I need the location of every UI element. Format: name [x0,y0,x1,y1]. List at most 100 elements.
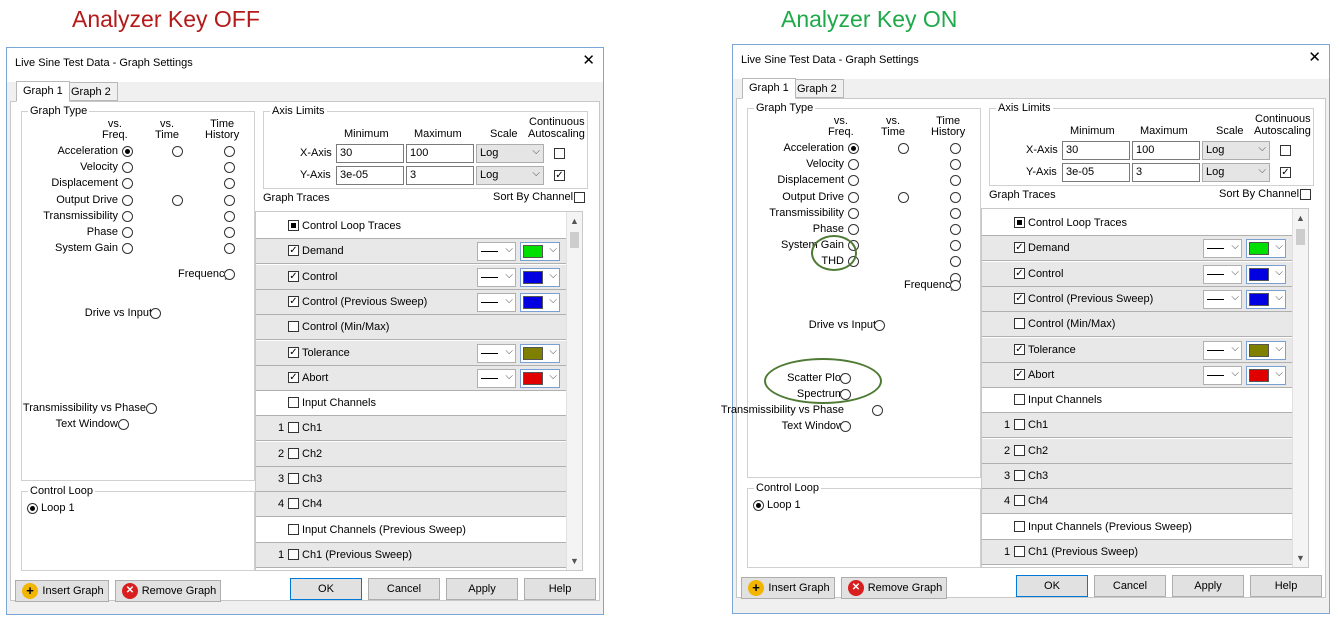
trace-checkbox[interactable] [1014,394,1025,406]
graph-type-time-radio[interactable] [172,146,183,157]
trace-row[interactable]: 1 Ch1 [982,413,1292,439]
trace-row[interactable]: 4 Ch4 [256,492,566,518]
apply-button[interactable]: Apply [1172,575,1244,597]
trace-checkbox[interactable]: ✓ [288,270,299,282]
graph-type-history-radio[interactable] [950,224,961,235]
graph-type-history-radio[interactable] [224,162,235,174]
remove-graph-button[interactable]: ✕ Remove Graph [841,577,947,599]
trace-checkbox[interactable] [288,321,299,333]
ok-button[interactable]: OK [1016,575,1088,597]
y-axis-min-input[interactable]: 3e-05 [336,166,404,185]
graph-type-freq-radio[interactable] [848,175,859,187]
trace-checkbox[interactable] [1014,545,1025,557]
trace-checkbox[interactable] [1014,217,1025,228]
graph-type-history-radio[interactable] [224,178,235,190]
trace-row[interactable]: 3 Ch3 [256,467,566,492]
graph-type-freq-radio[interactable] [122,178,133,190]
trace-row[interactable]: 4 Ch4 [982,489,1292,515]
trace-color-select[interactable]: ⌵ [520,242,560,262]
trace-checkbox[interactable]: ✓ [1014,368,1025,380]
trace-row[interactable]: ✓ Abort ⌵ ⌵ [982,362,1292,388]
trace-color-select[interactable]: ⌵ [1246,289,1286,309]
graph-type-history-radio[interactable] [224,227,235,238]
trace-checkbox[interactable] [288,422,299,434]
frequency-radio[interactable] [950,279,961,291]
y-axis-max-input[interactable]: 3 [406,166,474,185]
transmissibility-vs-phase-radio[interactable] [146,403,157,414]
line-style-select[interactable]: ⌵ [1203,264,1242,284]
help-button[interactable]: Help [1250,575,1322,597]
graph-type-freq-radio[interactable] [122,194,133,206]
trace-row[interactable]: ✓ Tolerance ⌵ ⌵ [256,340,566,366]
graph-type-time-radio[interactable] [172,194,183,206]
trace-checkbox[interactable] [1014,520,1025,532]
x-axis-scale-select[interactable]: Log ⌵ [476,144,544,163]
trace-row[interactable]: ✓ Control ⌵ ⌵ [256,264,566,290]
close-icon[interactable]: ✕ [582,52,595,70]
graph-type-history-radio[interactable] [950,159,961,171]
trace-color-select[interactable]: ⌵ [1246,239,1286,259]
drive-vs-input-radio[interactable] [150,308,161,319]
trace-checkbox[interactable]: ✓ [288,245,299,257]
trace-row[interactable]: ✓ Control (Previous Sweep) ⌵ ⌵ [256,289,566,315]
x-axis-autoscale-checkbox[interactable] [554,148,565,159]
trace-checkbox[interactable] [1014,318,1025,330]
graph-type-freq-radio[interactable] [122,210,133,222]
trace-row[interactable]: Control (Min/Max) [256,315,566,341]
trace-row[interactable]: ✓ Tolerance ⌵ ⌵ [982,337,1292,363]
graph-type-freq-radio[interactable] [122,162,133,174]
text-window-radio[interactable] [118,419,129,430]
trace-row[interactable]: Input Channels (Previous Sweep) [982,514,1292,540]
trace-row[interactable]: ✓ Abort ⌵ ⌵ [256,365,566,391]
graph-type-time-radio[interactable] [898,143,909,154]
graph-type-history-radio[interactable] [950,207,961,219]
x-axis-autoscale-checkbox[interactable] [1280,145,1291,156]
drive-vs-input-radio[interactable] [874,319,885,331]
help-button[interactable]: Help [524,578,596,600]
trace-checkbox[interactable] [288,397,299,409]
y-axis-autoscale-checkbox[interactable]: ✓ [1280,167,1291,178]
graph-type-time-radio[interactable] [898,191,909,203]
trace-row[interactable]: 2 Ch2 [256,441,566,467]
graph-type-history-radio[interactable] [950,175,961,187]
scroll-thumb[interactable] [570,232,579,248]
trace-row[interactable]: Control Loop Traces [982,211,1292,236]
cancel-button[interactable]: Cancel [1094,575,1166,597]
trace-row[interactable]: 1 Ch1 [256,416,566,442]
apply-button[interactable]: Apply [446,578,518,600]
x-axis-min-input[interactable]: 30 [1062,141,1130,160]
trace-color-select[interactable]: ⌵ [1246,264,1286,284]
graph-type-history-radio[interactable] [224,210,235,222]
y-axis-max-input[interactable]: 3 [1132,163,1200,182]
frequency-radio[interactable] [224,269,235,280]
insert-graph-button[interactable]: + Insert Graph [741,577,835,599]
trace-checkbox[interactable] [288,447,299,459]
transmissibility-vs-phase-radio[interactable] [872,405,883,416]
trace-row[interactable]: Control Loop Traces [256,214,566,239]
trace-checkbox[interactable]: ✓ [288,295,299,307]
line-style-select[interactable]: ⌵ [1203,289,1242,309]
x-axis-max-input[interactable]: 100 [1132,141,1200,160]
scroll-down-icon[interactable]: ▼ [570,556,579,566]
trace-checkbox[interactable]: ✓ [1014,343,1025,355]
line-style-select[interactable]: ⌵ [477,368,516,388]
loop-1-radio[interactable] [27,503,38,514]
x-axis-scale-select[interactable]: Log ⌵ [1202,141,1270,160]
trace-row[interactable]: Input Channels [256,391,566,417]
trace-color-select[interactable]: ⌵ [520,368,560,388]
scroll-up-icon[interactable]: ▲ [1296,213,1305,223]
trace-row[interactable]: ✓ Demand ⌵ ⌵ [982,236,1292,262]
x-axis-min-input[interactable]: 30 [336,144,404,163]
line-style-select[interactable]: ⌵ [477,267,516,287]
graph-type-history-radio[interactable] [950,240,961,252]
y-axis-scale-select[interactable]: Log ⌵ [476,166,544,185]
trace-checkbox[interactable]: ✓ [288,346,299,358]
trace-row[interactable]: ✓ Control ⌵ ⌵ [982,261,1292,287]
line-style-select[interactable]: ⌵ [1203,365,1242,385]
line-style-select[interactable]: ⌵ [1203,239,1242,259]
graph-type-history-radio[interactable] [224,243,235,255]
trace-checkbox[interactable] [288,498,299,510]
trace-row[interactable]: Input Channels [982,388,1292,414]
graph-type-freq-radio[interactable] [848,159,859,171]
trace-color-select[interactable]: ⌵ [520,343,560,363]
